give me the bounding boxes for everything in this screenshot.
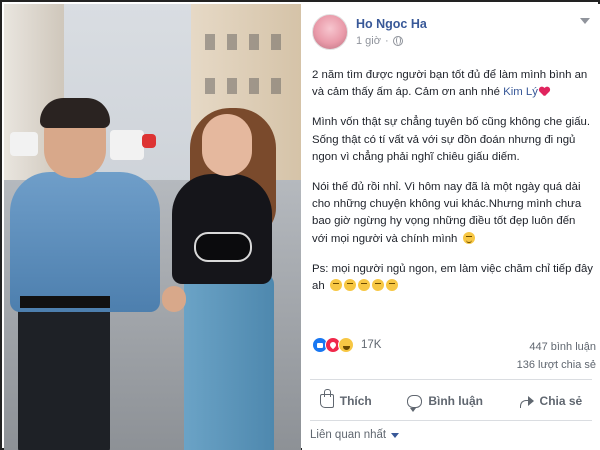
share-icon bbox=[519, 395, 534, 408]
car bbox=[110, 130, 144, 160]
woman-jeans bbox=[184, 274, 274, 450]
comment-sort-dropdown[interactable]: Liên quan nhất bbox=[310, 429, 400, 441]
relieved-emoji-icon bbox=[371, 279, 384, 292]
mention-tag[interactable]: Kim Lý bbox=[503, 86, 538, 98]
paragraph-text: Nói thế đủ rồi nhỉ. Vì hôm nay đã là một… bbox=[312, 181, 582, 245]
relieved-emoji-icon bbox=[343, 279, 356, 292]
wink-emoji-icon bbox=[462, 231, 475, 244]
woman-top bbox=[172, 174, 272, 284]
thumbs-up-icon bbox=[319, 389, 334, 408]
heart-icon bbox=[539, 87, 549, 96]
comment-count[interactable]: 447 bình luận bbox=[517, 338, 596, 356]
share-label: Chia sẻ bbox=[539, 394, 583, 408]
avatar[interactable] bbox=[312, 14, 348, 50]
comment-button[interactable]: Bình luận bbox=[407, 394, 483, 412]
relieved-emoji-icon bbox=[329, 279, 342, 292]
paragraph: 2 năm tìm được người bạn tốt đủ để làm m… bbox=[312, 67, 594, 101]
like-button[interactable]: Thích bbox=[319, 389, 372, 408]
reaction-count: 17K bbox=[361, 339, 382, 351]
post-panel: Ho Ngoc Ha 1 giờ · 2 năm tìm được người … bbox=[302, 4, 600, 450]
car bbox=[142, 134, 156, 148]
globe-icon bbox=[392, 36, 403, 46]
chevron-down-icon bbox=[391, 432, 400, 438]
share-count[interactable]: 136 lượt chia sẻ bbox=[517, 356, 596, 374]
paragraph: Mình vốn thật sự chẳng tuyên bố cũng khô… bbox=[312, 116, 591, 163]
post-time[interactable]: 1 giờ bbox=[356, 35, 381, 47]
author-name[interactable]: Ho Ngoc Ha bbox=[356, 17, 427, 31]
post-photo[interactable] bbox=[4, 4, 301, 450]
post-meta: 1 giờ · bbox=[356, 35, 403, 47]
screenshot-frame: Ho Ngoc Ha 1 giờ · 2 năm tìm được người … bbox=[0, 0, 600, 450]
comment-icon bbox=[407, 394, 423, 412]
share-button[interactable]: Chia sẻ bbox=[519, 394, 583, 408]
man-belt bbox=[20, 296, 110, 308]
dot-separator: · bbox=[384, 35, 389, 47]
woman-head bbox=[202, 114, 252, 176]
divider bbox=[310, 379, 592, 380]
man-shirt bbox=[10, 172, 160, 312]
man-legs bbox=[18, 304, 110, 450]
comment-label: Bình luận bbox=[428, 394, 483, 408]
haha-icon bbox=[338, 337, 354, 353]
action-bar: Thích Bình luận Chia sẻ bbox=[302, 386, 600, 416]
relieved-emoji-icon bbox=[357, 279, 370, 292]
paragraph: Nói thế đủ rồi nhỉ. Vì hôm nay đã là một… bbox=[312, 179, 594, 248]
divider bbox=[310, 420, 592, 421]
car bbox=[10, 132, 38, 156]
man-hair bbox=[40, 98, 110, 128]
holding-hands bbox=[162, 286, 186, 312]
paragraph: Ps: mọi người ngủ ngon, em làm việc chăm… bbox=[312, 261, 594, 295]
post-stats: 447 bình luận 136 lượt chia sẻ bbox=[517, 338, 596, 374]
relieved-emoji-icon bbox=[385, 279, 398, 292]
sort-label: Liên quan nhất bbox=[310, 429, 387, 441]
like-label: Thích bbox=[339, 394, 372, 408]
post-body: 2 năm tìm được người bạn tốt đủ để làm m… bbox=[312, 67, 594, 308]
reaction-summary[interactable]: 17K bbox=[312, 337, 381, 353]
belt-bag bbox=[194, 232, 252, 262]
post-options-caret-icon[interactable] bbox=[580, 18, 590, 24]
